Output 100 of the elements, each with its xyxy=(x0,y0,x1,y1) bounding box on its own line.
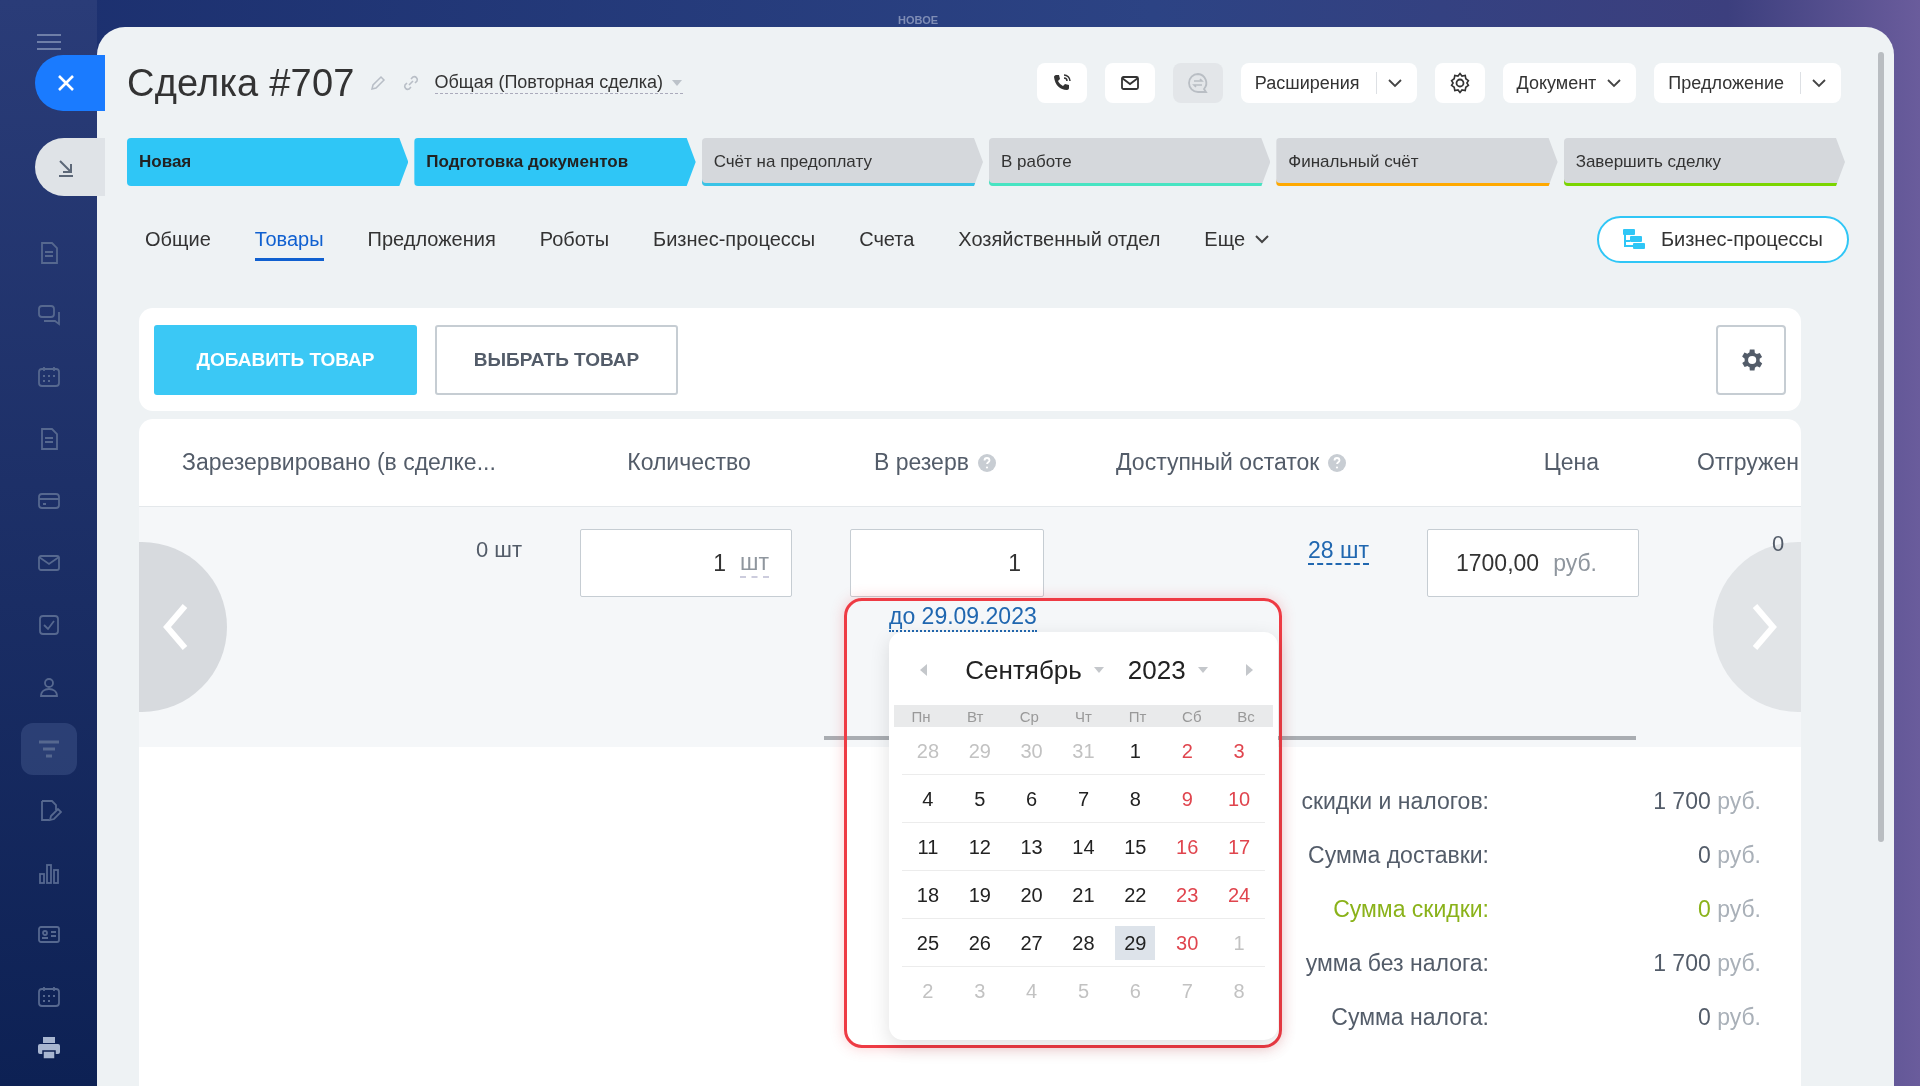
total-label: умма без налога: xyxy=(1304,949,1489,978)
calendar-day[interactable]: 16 xyxy=(1167,829,1208,864)
calendar-day[interactable]: 17 xyxy=(1219,829,1260,864)
collapse-button[interactable] xyxy=(35,138,105,196)
chevron-down-icon[interactable] xyxy=(1255,234,1270,244)
chevron-down-icon[interactable] xyxy=(1386,78,1403,88)
total-label: Сумма скидки: xyxy=(1332,895,1489,924)
calendar-day[interactable]: 14 xyxy=(1063,829,1104,864)
table-cell: 0 шт xyxy=(475,537,522,562)
calendar-day[interactable]: 29 xyxy=(1115,925,1156,960)
stage-step[interactable]: Финальный счёт xyxy=(1276,138,1558,186)
total-value: 0 руб. xyxy=(1696,895,1761,924)
category-dropdown[interactable]: Общая (Повторная сделка) xyxy=(434,72,683,94)
tab[interactable]: Предложения xyxy=(345,215,518,263)
column-header: Отгружен xyxy=(1697,449,1799,476)
year-dropdown[interactable]: 2023 xyxy=(1127,654,1208,686)
calendar-day[interactable]: 25 xyxy=(907,925,948,960)
calendar-day[interactable]: 26 xyxy=(959,925,1000,960)
column-header: В резерв xyxy=(874,449,969,476)
calendar-day[interactable]: 20 xyxy=(1011,877,1052,912)
close-button[interactable] xyxy=(35,55,105,111)
calendar-day[interactable]: 24 xyxy=(1219,877,1260,912)
calendar-day[interactable]: 18 xyxy=(907,877,948,912)
calendar-day[interactable]: 8 xyxy=(1115,781,1156,816)
price-field[interactable]: 1700,00 руб. xyxy=(1427,529,1639,597)
phone-button[interactable] xyxy=(1036,63,1087,103)
dropdown-button[interactable]: Документ xyxy=(1502,63,1637,103)
split-button[interactable]: Расширения xyxy=(1240,63,1417,103)
calendar-day[interactable]: 5 xyxy=(959,781,1000,816)
month-dropdown[interactable]: Сентябрь xyxy=(965,654,1104,686)
process-icon[interactable] xyxy=(1620,227,1647,251)
mail-button[interactable] xyxy=(1104,63,1155,103)
weekday-label: Пн xyxy=(910,707,932,725)
stage-step[interactable]: Подготовка документов xyxy=(414,138,696,186)
calendar-day[interactable]: 9 xyxy=(1167,781,1208,816)
help-icon[interactable] xyxy=(1327,452,1348,473)
total-label: Сумма налога: xyxy=(1330,1003,1489,1032)
stage-step[interactable]: Счёт на предоплату xyxy=(701,138,983,186)
quantity-field[interactable]: 1 шт xyxy=(580,529,792,597)
calendar-day[interactable]: 2 xyxy=(1167,733,1208,768)
calendar-day[interactable]: 28 xyxy=(1063,925,1104,960)
calendar-day[interactable]: 13 xyxy=(1011,829,1052,864)
tab[interactable]: Бизнес-процессы xyxy=(631,215,838,263)
available-link[interactable]: 28 шт xyxy=(1308,537,1369,565)
pencil-icon[interactable] xyxy=(368,74,387,92)
split-button[interactable]: Предложение xyxy=(1654,63,1841,103)
calendar-day[interactable]: 10 xyxy=(1219,781,1260,816)
total-value: 1 700 руб. xyxy=(1652,787,1761,816)
table-cell: 0 xyxy=(1772,531,1785,556)
weekday-label: Ср xyxy=(1018,707,1040,725)
calendar-day[interactable]: 27 xyxy=(1011,925,1052,960)
menu-icon[interactable] xyxy=(35,33,62,51)
calendar-day[interactable]: 30 xyxy=(1167,925,1208,960)
calendar-day[interactable]: 21 xyxy=(1063,877,1104,912)
close-icon[interactable] xyxy=(56,73,76,93)
calendar-day[interactable]: 19 xyxy=(959,877,1000,912)
calendar-day[interactable]: 6 xyxy=(1011,781,1052,816)
tab[interactable]: Роботы xyxy=(517,215,632,263)
settings-button[interactable] xyxy=(1716,324,1786,395)
caret-down-icon[interactable] xyxy=(1093,667,1104,673)
reserve-field[interactable]: 1 xyxy=(850,529,1044,597)
calendar-day[interactable]: 3 xyxy=(1219,733,1260,768)
caret-down-icon[interactable] xyxy=(1197,667,1208,673)
gear-button[interactable] xyxy=(1434,63,1485,103)
calendar-day[interactable]: 1 xyxy=(1115,733,1156,768)
calendar-day[interactable]: 22 xyxy=(1115,877,1156,912)
calendar-day[interactable]: 7 xyxy=(1063,781,1104,816)
column-header: Доступный остаток xyxy=(1116,449,1320,476)
chevron-down-icon[interactable] xyxy=(1811,78,1827,88)
caret-down-icon[interactable] xyxy=(671,79,683,87)
chevron-down-icon[interactable] xyxy=(1606,78,1623,88)
calendar-day[interactable]: 15 xyxy=(1115,829,1156,864)
stage-step[interactable]: Завершить сделку xyxy=(1563,138,1845,186)
stage-step[interactable]: Новая xyxy=(127,138,409,186)
total-value: 0 руб. xyxy=(1696,1003,1761,1032)
tab[interactable]: Товары xyxy=(232,215,346,263)
stage-step[interactable]: В работе xyxy=(989,138,1271,186)
printer-icon[interactable] xyxy=(35,1035,62,1061)
scrollbar[interactable] xyxy=(1878,52,1884,842)
next-month-icon[interactable] xyxy=(1245,663,1255,677)
calendar-day[interactable]: 23 xyxy=(1167,877,1208,912)
calendar-day[interactable]: 12 xyxy=(959,829,1000,864)
calendar-day[interactable]: 11 xyxy=(907,829,948,864)
tab[interactable]: Хозяйственный отдел xyxy=(936,215,1183,263)
tab[interactable]: Счета xyxy=(837,215,937,263)
calendar-icon[interactable] xyxy=(35,364,62,390)
business-process-button[interactable]: Бизнес-процессы xyxy=(1596,215,1849,263)
column-header: Цена xyxy=(1543,449,1599,476)
select-product-button[interactable]: ВЫБРАТЬ ТОВАР xyxy=(435,324,678,395)
calendar-icon[interactable] xyxy=(35,984,62,1010)
tab[interactable]: Еще xyxy=(1182,215,1292,263)
help-icon[interactable] xyxy=(976,452,997,473)
calendar-day[interactable]: 4 xyxy=(907,781,948,816)
deal-title: Сделка #707 xyxy=(127,61,355,105)
background-label: НОВОЕ xyxy=(898,14,939,26)
weekday-label: Вт xyxy=(966,707,985,725)
tab[interactable]: Общие xyxy=(123,215,233,263)
chat-icon[interactable] xyxy=(35,302,62,328)
previous-month-icon[interactable] xyxy=(918,663,928,677)
column-header: Зарезервировано (в сделке... xyxy=(182,449,496,476)
